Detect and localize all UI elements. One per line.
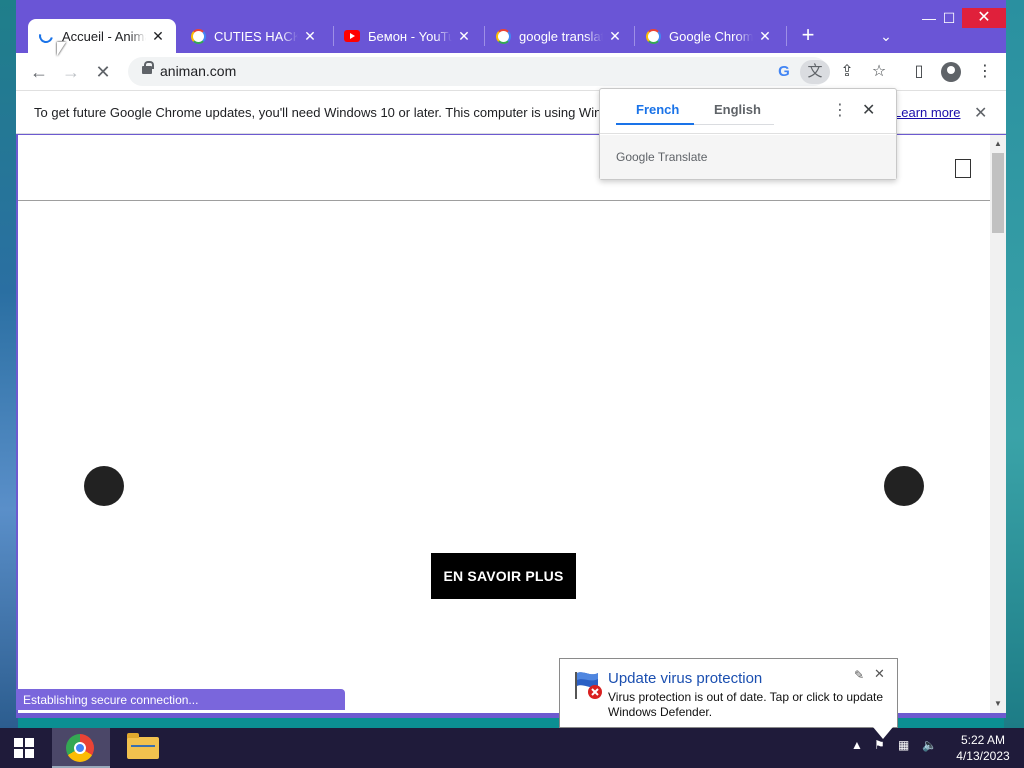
google-icon bbox=[645, 28, 661, 44]
tab-google-translate[interactable]: google translate ✕ bbox=[485, 19, 633, 53]
notification-tail bbox=[873, 727, 893, 739]
mouse-cursor bbox=[57, 42, 66, 56]
google-icon bbox=[495, 28, 511, 44]
tab-title: Google Chrome bbox=[669, 28, 753, 44]
tab-close-icon[interactable]: ✕ bbox=[456, 28, 472, 45]
translate-icon[interactable]: 文 bbox=[800, 60, 830, 84]
tab-title: Бемон - YouTube bbox=[368, 28, 452, 44]
lock-icon[interactable] bbox=[142, 61, 154, 74]
notification-close-icon[interactable]: ✕ bbox=[874, 666, 885, 682]
profile-avatar[interactable] bbox=[938, 59, 964, 85]
translate-language-tabs: French English ⋮ ✕ bbox=[600, 89, 896, 134]
infobar-message: To get future Google Chrome updates, you… bbox=[34, 105, 647, 120]
close-window-button[interactable]: ✕ bbox=[962, 8, 1006, 28]
translate-footer: Google Translate bbox=[600, 135, 896, 179]
stop-loading-button[interactable]: ✕ bbox=[90, 59, 116, 85]
tab-separator bbox=[786, 26, 787, 46]
desktop-background-right bbox=[1004, 0, 1024, 728]
language-tab-french[interactable]: French bbox=[636, 102, 679, 117]
back-button[interactable]: ← bbox=[26, 59, 52, 85]
chrome-icon bbox=[66, 734, 94, 762]
tab-cuties-hacked[interactable]: CUTIES HACKED ✕ bbox=[180, 19, 328, 53]
volume-muted-icon[interactable]: 🔈 bbox=[922, 738, 937, 752]
translate-bubble: French English ⋮ ✕ Google Translate bbox=[599, 88, 897, 180]
notification-body: Virus protection is out of date. Tap or … bbox=[608, 690, 884, 719]
vertical-scrollbar[interactable]: ▲ ▼ bbox=[990, 135, 1006, 713]
tab-youtube[interactable]: Бемон - YouTube ✕ bbox=[334, 19, 482, 53]
youtube-icon bbox=[344, 28, 360, 44]
translate-options-icon[interactable]: ⋮ bbox=[832, 100, 848, 120]
action-center-flag-icon[interactable]: ⚑ bbox=[874, 738, 885, 752]
tab-divider bbox=[694, 124, 774, 125]
selected-tab-indicator bbox=[616, 123, 694, 125]
windows-start-button[interactable] bbox=[0, 728, 48, 768]
google-icon bbox=[190, 28, 206, 44]
network-icon[interactable]: ▦ bbox=[898, 738, 909, 752]
forward-button[interactable]: → bbox=[58, 59, 84, 85]
tab-title: Accueil - Animan bbox=[62, 28, 146, 44]
tab-strip: Accueil - Animan ✕ CUTIES HACKED ✕ Бемон… bbox=[16, 0, 1006, 53]
en-savoir-plus-button[interactable]: EN SAVOIR PLUS bbox=[431, 553, 576, 599]
page-content: EN SAVOIR PLUS bbox=[18, 135, 990, 713]
share-icon[interactable]: ⇪ bbox=[834, 59, 860, 85]
taskbar: ▲ ⚑ ▦ 🔈 5:22 AM 4/13/2023 bbox=[0, 728, 1024, 768]
url-text[interactable]: animan.com bbox=[160, 63, 236, 79]
clock-date: 4/13/2023 bbox=[956, 749, 1010, 763]
defender-notification[interactable]: Update virus protection Virus protection… bbox=[559, 658, 898, 739]
scroll-down-icon[interactable]: ▼ bbox=[990, 697, 1006, 711]
tab-search-button[interactable]: ⌄ bbox=[874, 24, 898, 48]
menu-icon[interactable] bbox=[955, 159, 971, 178]
scrollbar-thumb[interactable] bbox=[992, 153, 1004, 233]
chrome-menu-icon[interactable]: ⋮ bbox=[972, 59, 998, 85]
clock-time: 5:22 AM bbox=[960, 733, 1006, 747]
tab-title: google translate bbox=[519, 28, 603, 44]
tab-close-icon[interactable]: ✕ bbox=[757, 28, 773, 45]
tab-google-chrome[interactable]: Google Chrome ✕ bbox=[635, 19, 783, 53]
tab-close-icon[interactable]: ✕ bbox=[150, 28, 166, 45]
pin-icon[interactable]: ✎ bbox=[854, 668, 864, 682]
carousel-next-button[interactable] bbox=[884, 466, 924, 506]
system-clock[interactable]: 5:22 AM 4/13/2023 bbox=[948, 732, 1018, 764]
toolbar: ← → ✕ animan.com G 文 ⇪ ☆ ▯ ⋮ bbox=[16, 53, 1006, 90]
maximize-button[interactable]: ☐ bbox=[934, 8, 964, 28]
loading-spinner-icon bbox=[36, 26, 56, 46]
tab-accueil-animan[interactable]: Accueil - Animan ✕ bbox=[28, 19, 176, 53]
google-lens-icon[interactable]: G bbox=[772, 60, 796, 84]
tab-close-icon[interactable]: ✕ bbox=[302, 28, 318, 45]
scroll-up-icon[interactable]: ▲ bbox=[990, 137, 1006, 151]
google-translate-brand: Google Translate bbox=[616, 150, 708, 164]
tab-title: CUTIES HACKED bbox=[214, 28, 298, 44]
address-bar[interactable]: animan.com G 文 bbox=[128, 57, 830, 86]
new-tab-button[interactable]: + bbox=[796, 24, 820, 48]
tray-overflow-arrow-icon[interactable]: ▲ bbox=[851, 738, 863, 752]
tab-close-icon[interactable]: ✕ bbox=[607, 28, 623, 45]
taskbar-chrome-button[interactable] bbox=[52, 728, 110, 768]
taskbar-explorer-button[interactable] bbox=[114, 728, 172, 768]
infobar-close-icon[interactable]: ✕ bbox=[974, 103, 987, 123]
carousel-prev-button[interactable] bbox=[84, 466, 124, 506]
translate-close-icon[interactable]: ✕ bbox=[862, 100, 875, 120]
defender-flag-icon bbox=[575, 672, 602, 699]
bookmark-star-icon[interactable]: ☆ bbox=[866, 59, 892, 85]
folder-icon bbox=[127, 733, 159, 759]
side-panel-icon[interactable]: ▯ bbox=[906, 59, 932, 85]
notification-title: Update virus protection bbox=[608, 670, 763, 687]
language-tab-english[interactable]: English bbox=[714, 102, 761, 117]
learn-more-link[interactable]: Learn more bbox=[894, 105, 960, 120]
status-bubble: Establishing secure connection... bbox=[16, 689, 345, 710]
